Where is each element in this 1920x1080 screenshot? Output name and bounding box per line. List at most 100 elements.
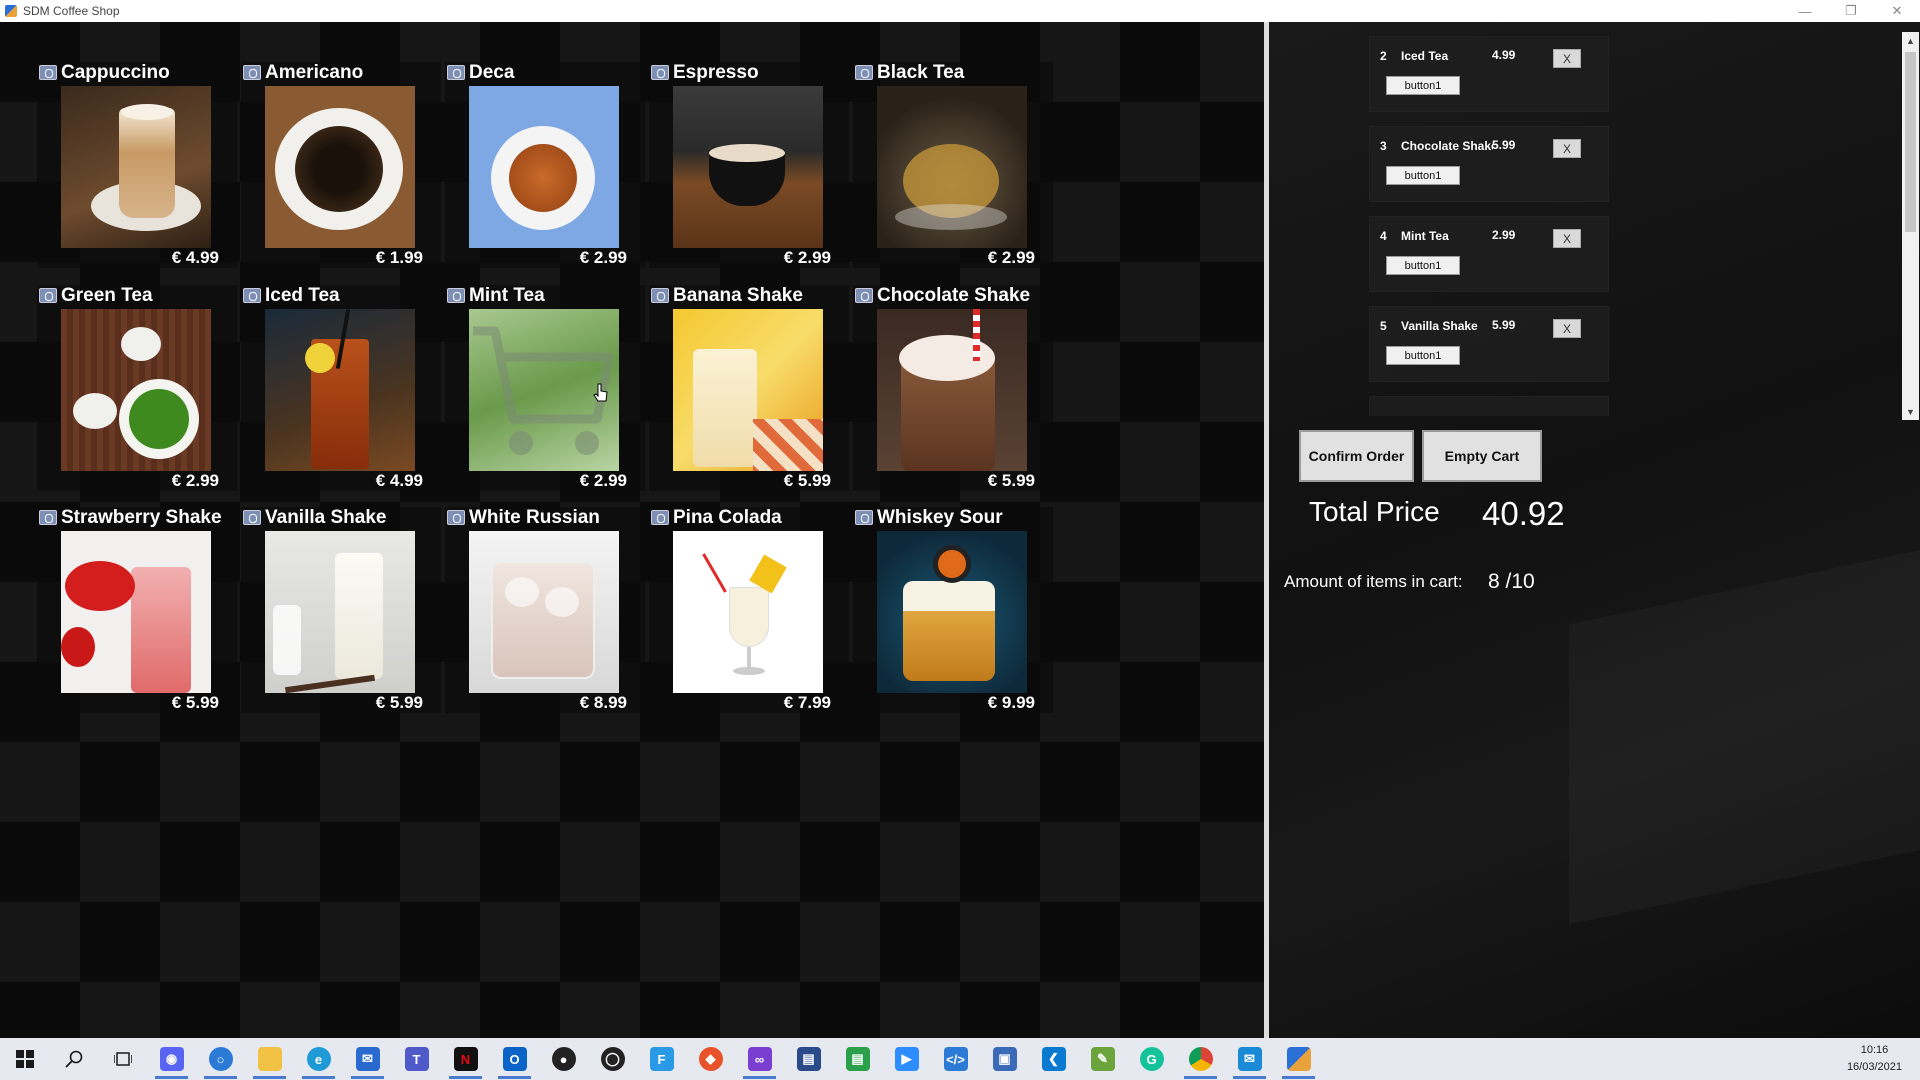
menu-item-vanilla-shake[interactable]: Vanilla Shake € 5.99: [241, 507, 441, 713]
task-view-icon[interactable]: [98, 1038, 147, 1080]
restore-button[interactable]: ❐: [1828, 0, 1874, 22]
item-price: € 5.99: [987, 471, 1035, 490]
discord-icon[interactable]: ◉: [147, 1038, 196, 1080]
close-button[interactable]: ✕: [1874, 0, 1920, 22]
add-checkbox[interactable]: [651, 288, 669, 303]
menu-item-iced-tea[interactable]: Iced Tea € 4.99: [241, 285, 441, 491]
iced-tea-image[interactable]: [265, 309, 415, 471]
menu-item-mint-tea[interactable]: Mint Tea € 2.99: [445, 285, 645, 491]
remove-item-button[interactable]: X: [1553, 319, 1581, 338]
remove-item-button[interactable]: X: [1553, 49, 1581, 68]
git-icon[interactable]: ◆: [686, 1038, 735, 1080]
add-checkbox[interactable]: [447, 288, 465, 303]
menu-item-banana-shake[interactable]: Banana Shake € 5.99: [649, 285, 849, 491]
chrome-icon[interactable]: [1176, 1038, 1225, 1080]
confirm-order-button[interactable]: Confirm Order: [1299, 430, 1414, 482]
app-icon[interactable]: ◯: [588, 1038, 637, 1080]
deca-image[interactable]: [469, 86, 619, 248]
app-icon[interactable]: ✉: [1225, 1038, 1274, 1080]
cart-item-price: 5.99: [1492, 138, 1516, 152]
menu-item-deca[interactable]: Deca € 2.99: [445, 62, 645, 268]
add-checkbox[interactable]: [39, 510, 57, 525]
item-name: Iced Tea: [265, 285, 340, 306]
strawberry-shake-image[interactable]: [61, 531, 211, 693]
menu-item-pina-colada[interactable]: Pina Colada € 7.99: [649, 507, 849, 713]
scrollbar-thumb[interactable]: [1905, 52, 1916, 232]
mail-icon[interactable]: ✉: [343, 1038, 392, 1080]
app-icon[interactable]: ▤: [784, 1038, 833, 1080]
cart-item-button[interactable]: button1: [1386, 166, 1460, 185]
cart-item-button[interactable]: button1: [1386, 256, 1460, 275]
app-icon[interactable]: ▣: [980, 1038, 1029, 1080]
americano-image[interactable]: [265, 86, 415, 248]
app-icon[interactable]: F: [637, 1038, 686, 1080]
espresso-image[interactable]: [673, 86, 823, 248]
netflix-icon[interactable]: N: [441, 1038, 490, 1080]
scroll-up-icon[interactable]: ▲: [1902, 32, 1919, 49]
item-name: White Russian: [469, 507, 600, 528]
pina-colada-image[interactable]: [673, 531, 823, 693]
add-checkbox[interactable]: [243, 510, 261, 525]
teams-icon[interactable]: T: [392, 1038, 441, 1080]
green-tea-image[interactable]: [61, 309, 211, 471]
grammarly-icon[interactable]: G: [1127, 1038, 1176, 1080]
empty-cart-button[interactable]: Empty Cart: [1422, 430, 1542, 482]
app-icon[interactable]: ○: [196, 1038, 245, 1080]
taskbar-clock[interactable]: 10:16 16/03/2021: [1847, 1042, 1902, 1076]
outlook-icon[interactable]: O: [490, 1038, 539, 1080]
github-icon[interactable]: ●: [539, 1038, 588, 1080]
menu-item-cappuccino[interactable]: Cappuccino € 4.99: [37, 62, 237, 268]
add-checkbox[interactable]: [243, 65, 261, 80]
menu-item-whiskey-sour[interactable]: Whiskey Sour € 9.99: [853, 507, 1053, 713]
menu-item-americano[interactable]: Americano € 1.99: [241, 62, 441, 268]
app-icon[interactable]: </>: [931, 1038, 980, 1080]
menu-item-strawberry-shake[interactable]: Strawberry Shake € 5.99: [37, 507, 237, 713]
menu-item-chocolate-shake[interactable]: Chocolate Shake € 5.99: [853, 285, 1053, 491]
add-checkbox[interactable]: [855, 288, 873, 303]
cart-item-button[interactable]: button1: [1386, 76, 1460, 95]
edge-icon[interactable]: e: [294, 1038, 343, 1080]
remove-item-button[interactable]: X: [1553, 139, 1581, 158]
scroll-down-icon[interactable]: ▼: [1902, 403, 1919, 420]
add-checkbox[interactable]: [855, 510, 873, 525]
cart-item-button[interactable]: button1: [1386, 346, 1460, 365]
add-checkbox[interactable]: [447, 65, 465, 80]
app-icon[interactable]: ✎: [1078, 1038, 1127, 1080]
add-checkbox[interactable]: [39, 65, 57, 80]
add-checkbox[interactable]: [447, 510, 465, 525]
add-checkbox[interactable]: [651, 65, 669, 80]
add-checkbox[interactable]: [855, 65, 873, 80]
item-price: € 4.99: [171, 248, 219, 267]
vscode-icon[interactable]: ❮: [1029, 1038, 1078, 1080]
minimize-button[interactable]: —: [1782, 0, 1828, 22]
menu-item-espresso[interactable]: Espresso € 2.99: [649, 62, 849, 268]
menu-item-white-russian[interactable]: White Russian € 8.99: [445, 507, 645, 713]
window-title: SDM Coffee Shop: [23, 4, 120, 18]
cart-item-number: 2: [1380, 49, 1387, 63]
remove-item-button[interactable]: X: [1553, 229, 1581, 248]
item-price: € 4.99: [375, 471, 423, 490]
white-russian-image[interactable]: [469, 531, 619, 693]
zoom-icon[interactable]: ▶: [882, 1038, 931, 1080]
menu-item-green-tea[interactable]: Green Tea € 2.99: [37, 285, 237, 491]
whiskey-sour-image[interactable]: [877, 531, 1027, 693]
vanilla-shake-image[interactable]: [265, 531, 415, 693]
add-checkbox[interactable]: [651, 510, 669, 525]
item-price: € 2.99: [783, 248, 831, 267]
app-icon[interactable]: [1274, 1038, 1323, 1080]
cappuccino-image[interactable]: [61, 86, 211, 248]
search-icon[interactable]: [49, 1038, 98, 1080]
cart-scrollbar[interactable]: ▲ ▼: [1902, 32, 1919, 420]
file-explorer-icon[interactable]: [245, 1038, 294, 1080]
menu-item-black-tea[interactable]: Black Tea € 2.99: [853, 62, 1053, 268]
add-checkbox[interactable]: [243, 288, 261, 303]
start-icon[interactable]: [0, 1038, 49, 1080]
add-checkbox[interactable]: [39, 288, 57, 303]
visual-studio-icon[interactable]: ∞: [735, 1038, 784, 1080]
item-price: € 2.99: [579, 471, 627, 490]
banana-shake-image[interactable]: [673, 309, 823, 471]
cart-item: 5 Vanilla Shake 5.99 X button1: [1369, 306, 1609, 382]
app-icon[interactable]: ▤: [833, 1038, 882, 1080]
black-tea-image[interactable]: [877, 86, 1027, 248]
chocolate-shake-image[interactable]: [877, 309, 1027, 471]
